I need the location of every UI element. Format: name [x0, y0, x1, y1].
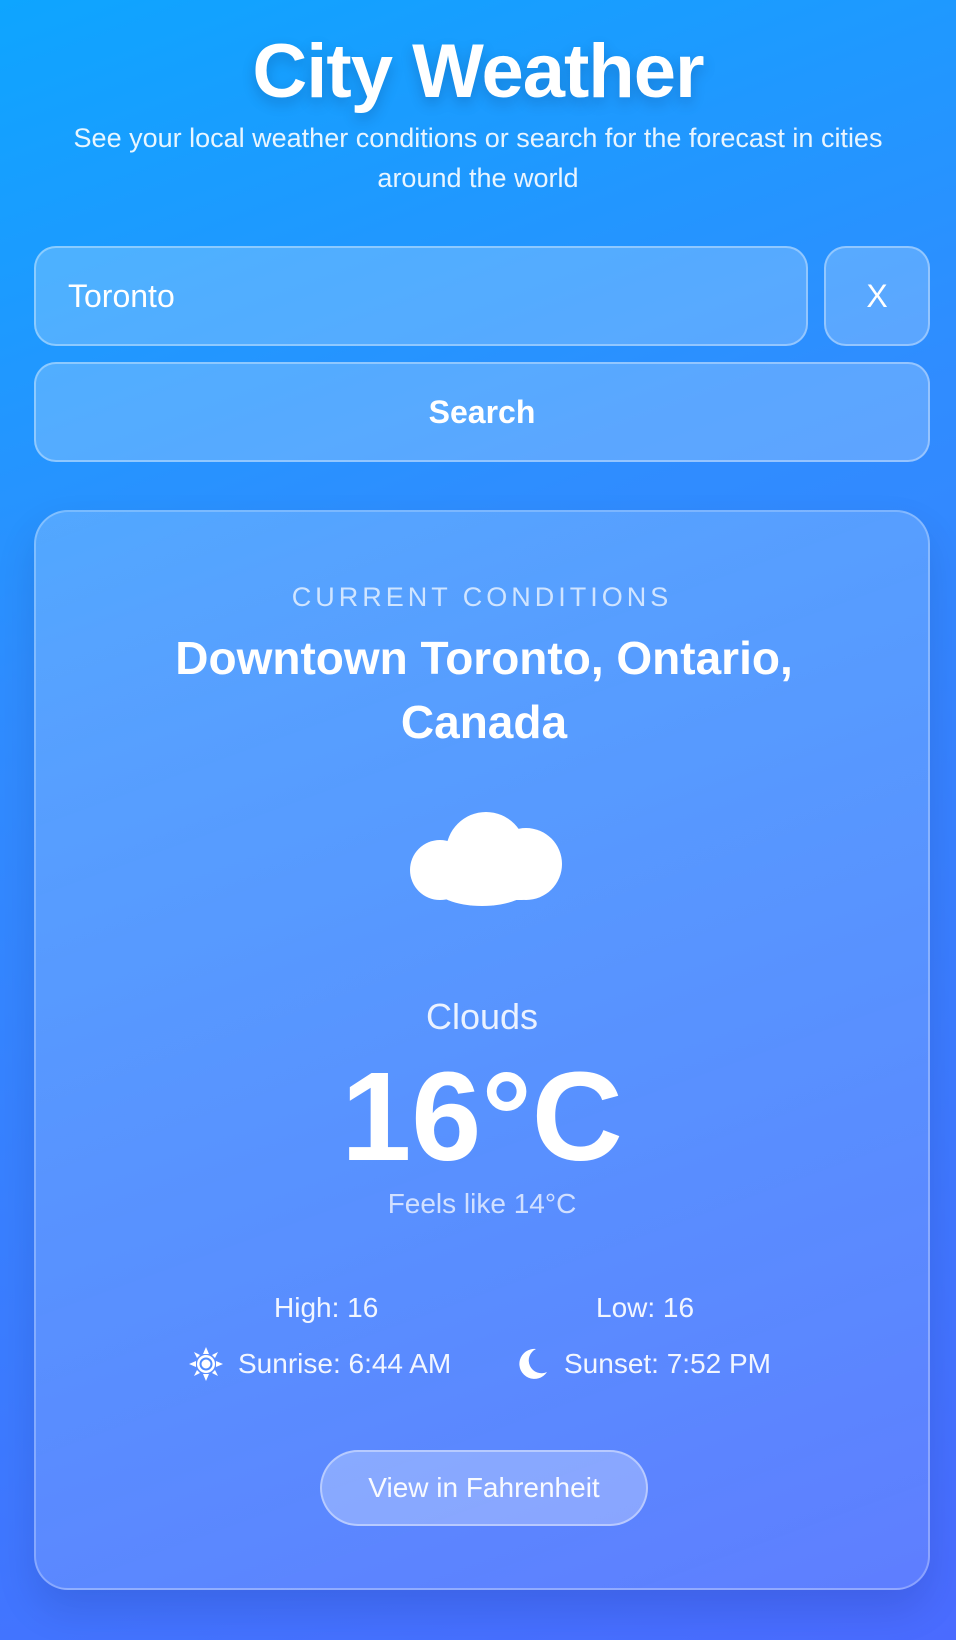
- low-temperature: Low: 16: [596, 1292, 694, 1324]
- current-conditions-card: CURRENT CONDITIONS Downtown Toronto, Ont…: [34, 510, 930, 1590]
- feels-like: Feels like 14°C: [387, 1188, 577, 1219]
- page-subtitle: See your local weather conditions or sea…: [73, 123, 883, 193]
- weather-page: City Weather See your local weather cond…: [0, 0, 956, 1640]
- sunrise: Sunrise: 6:44 AM: [188, 1346, 451, 1382]
- moon-icon: [519, 1348, 547, 1379]
- low-temperature-label: Low: 16: [596, 1292, 695, 1323]
- sunrise-label: Sunrise: 6:44 AM: [238, 1348, 452, 1379]
- high-temperature-label: High: 16: [274, 1292, 379, 1323]
- location-name: Downtown Toronto, Ontario, Canada: [175, 632, 793, 748]
- view-in-fahrenheit-button[interactable]: View in Fahrenheit: [320, 1450, 648, 1526]
- city-search-input[interactable]: [34, 246, 808, 346]
- sunset-label: Sunset: 7:52 PM: [564, 1348, 772, 1379]
- sun-icon: [189, 1347, 223, 1381]
- page-title: City Weather: [252, 29, 704, 114]
- search-button[interactable]: Search: [34, 362, 930, 462]
- temperature: 16°C: [341, 1046, 623, 1187]
- clear-search-button[interactable]: X: [824, 246, 930, 346]
- sunset: Sunset: 7:52 PM: [514, 1346, 771, 1382]
- cloud-icon: [410, 812, 562, 906]
- card-label: CURRENT CONDITIONS: [291, 582, 673, 612]
- high-temperature: High: 16: [274, 1292, 378, 1324]
- condition-text: Clouds: [425, 996, 539, 1037]
